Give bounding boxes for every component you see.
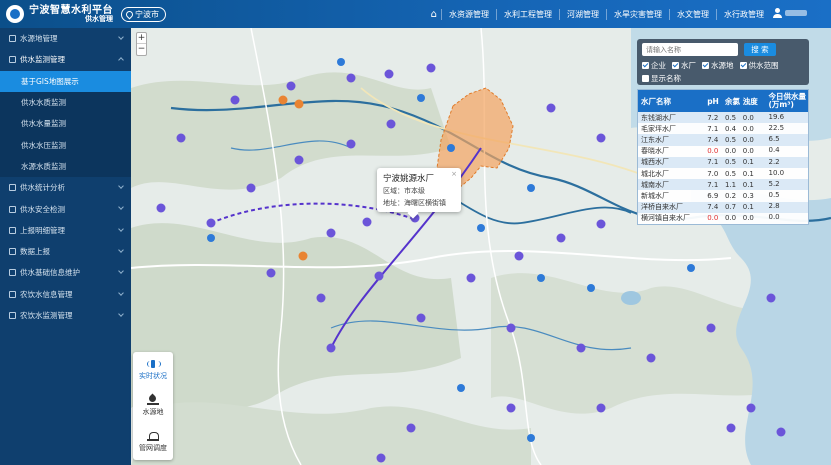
popup-address: 地址：海曙区横街镇 (383, 199, 446, 207)
user-icon (773, 8, 782, 18)
table-row[interactable]: 毛家坪水厂 7.1 0.4 0.0 22.5 (638, 123, 808, 134)
check-water-plant[interactable]: 水厂 (672, 60, 696, 71)
table-row[interactable]: 春晓水厂 0.0 0.0 0.0 0.4 (638, 146, 808, 157)
check-show-name[interactable]: 显示名称 (642, 73, 804, 84)
checkbox-checked-icon (702, 62, 709, 69)
map-filter-panel: 搜 索 企业 水厂 水源地 供水范围 显示名称 (637, 39, 809, 85)
table-row[interactable]: 洋桥自来水厂 7.4 0.7 0.1 2.8 (638, 201, 808, 213)
menu-icon (9, 35, 16, 43)
chevron-down-icon (118, 34, 124, 40)
nav-administration[interactable]: 水行政管理 (716, 8, 771, 20)
menu-icon (9, 184, 16, 192)
chevron-down-icon (118, 311, 124, 317)
sidebar-item-statistics[interactable]: 供水统计分析 (0, 177, 131, 198)
realtime-icon (147, 359, 161, 369)
top-nav: ⌂ 水资源管理 水利工程管理 河湖管理 水旱灾害管理 水文管理 水行政管理 (431, 0, 771, 28)
sidebar-sub-gis-map[interactable]: 基于GIS地图展示 (0, 70, 131, 92)
city-selector[interactable]: 宁波市 (121, 6, 166, 22)
menu-icon (9, 56, 16, 64)
check-water-source[interactable]: 水源地 (702, 60, 734, 71)
check-enterprise[interactable]: 企业 (642, 60, 666, 71)
menu-icon (9, 312, 16, 319)
sidebar-sub-water-pressure[interactable]: 供水水压监测 (0, 134, 131, 156)
menu-icon (9, 290, 16, 298)
checkbox-checked-icon (739, 62, 747, 69)
tool-realtime[interactable]: 实时状况 (133, 352, 173, 388)
chevron-up-icon (118, 57, 124, 64)
nav-engineering[interactable]: 水利工程管理 (496, 8, 559, 20)
checkbox-unchecked-icon (642, 75, 649, 82)
sidebar: 水源地管理 供水监测管理 基于GIS地图展示 供水水质监测 供水水量监测 供水水… (0, 28, 131, 465)
water-plant-table: 水厂名称 pH 余氯 浊度 今日供水量(万m³) 东钱湖水厂 7.2 0.5 0.0 1… (637, 89, 809, 225)
menu-icon (9, 248, 16, 256)
platform-logo-icon (6, 5, 24, 23)
chevron-down-icon (118, 289, 124, 296)
table-row[interactable]: 新城水厂 6.9 0.2 0.3 0.5 (638, 190, 808, 201)
home-icon[interactable]: ⌂ (431, 9, 437, 20)
city-label: 宁波市 (135, 9, 159, 19)
chevron-down-icon (118, 247, 124, 253)
close-icon[interactable]: × (451, 170, 457, 178)
search-button[interactable]: 搜 索 (744, 43, 776, 56)
chevron-down-icon (118, 268, 124, 275)
platform-title: 宁波智慧水利平台 (29, 4, 113, 16)
sidebar-item-safety[interactable]: 供水安全检测 (0, 198, 131, 219)
tool-pipe-dispatch[interactable]: 管网调度 (133, 424, 173, 460)
checkbox-checked-icon (642, 62, 649, 69)
header: 宁波智慧水利平台 供水管理 宁波市 ⌂ 水资源管理 水利工程管理 河湖管理 水旱… (0, 0, 831, 28)
check-supply-range[interactable]: 供水范围 (739, 60, 779, 71)
nav-hydrology[interactable]: 水文管理 (669, 8, 716, 20)
sidebar-item-water-source[interactable]: 水源地管理 (0, 28, 131, 49)
search-input[interactable] (642, 43, 738, 56)
sidebar-sub-water-volume[interactable]: 供水水量监测 (0, 113, 131, 135)
zoom-control: + − (136, 32, 147, 56)
chevron-down-icon (118, 204, 124, 211)
platform-subtitle: 供水管理 (85, 14, 113, 23)
menu-icon (9, 205, 16, 213)
nav-disaster[interactable]: 水旱灾害管理 (606, 8, 669, 20)
user-name-redacted (785, 10, 807, 16)
map-toolbox: 实时状况 水源地 管网调度 (133, 352, 173, 460)
menu-icon (9, 269, 16, 277)
chevron-down-icon (118, 183, 124, 189)
user-menu[interactable] (773, 8, 807, 18)
zoom-out-button[interactable]: − (137, 44, 146, 55)
sidebar-item-supply-monitoring[interactable]: 供水监测管理 (0, 49, 131, 70)
table-row[interactable]: 城北水厂 7.0 0.5 0.1 10.0 (638, 168, 808, 179)
table-row[interactable]: 城南水厂 7.1 1.1 0.1 5.2 (638, 179, 808, 191)
table-row[interactable]: 东钱湖水厂 7.2 0.5 0.0 19.6 (638, 112, 808, 124)
nav-rivers-lakes[interactable]: 河湖管理 (559, 8, 606, 20)
brand: 宁波智慧水利平台 供水管理 (29, 5, 113, 24)
tool-water-source[interactable]: 水源地 (133, 388, 173, 424)
popup-area: 区域：市本级 (383, 187, 425, 195)
table-header: 水厂名称 pH 余氯 浊度 今日供水量(万m³) (638, 90, 808, 112)
sidebar-item-data-report[interactable]: 数据上报 (0, 241, 131, 262)
nav-water-resources[interactable]: 水资源管理 (441, 8, 496, 20)
sidebar-sub-source-quality[interactable]: 水源水质监测 (0, 155, 131, 178)
menu-icon (9, 226, 16, 234)
sidebar-item-rural-monitoring[interactable]: 农饮水监测管理 (0, 305, 131, 326)
checkbox-checked-icon (672, 62, 679, 69)
table-row[interactable]: 横河镇自来水厂 0.0 0.0 0.0 0.0 (638, 213, 808, 224)
table-row[interactable]: 城西水厂 7.1 0.5 0.1 2.2 (638, 156, 808, 168)
location-pin-icon (124, 9, 135, 19)
chevron-down-icon (118, 225, 124, 232)
alarm-icon (147, 431, 159, 441)
sidebar-sub-water-quality[interactable]: 供水水质监测 (0, 91, 131, 114)
popup-title: 宁波姚源水厂 (383, 174, 435, 184)
zoom-in-button[interactable]: + (137, 33, 146, 44)
sidebar-item-basic-info[interactable]: 供水基础信息维护 (0, 262, 131, 283)
sidebar-item-rural-info[interactable]: 农饮水信息管理 (0, 284, 131, 305)
sidebar-item-report-detail[interactable]: 上报明细管理 (0, 220, 131, 241)
water-drop-icon (147, 395, 159, 405)
table-row[interactable]: 江东水厂 7.4 0.5 0.0 6.5 (638, 134, 808, 146)
plant-info-popup: 宁波姚源水厂 × 区域：市本级 地址：海曙区横街镇 (377, 168, 461, 212)
